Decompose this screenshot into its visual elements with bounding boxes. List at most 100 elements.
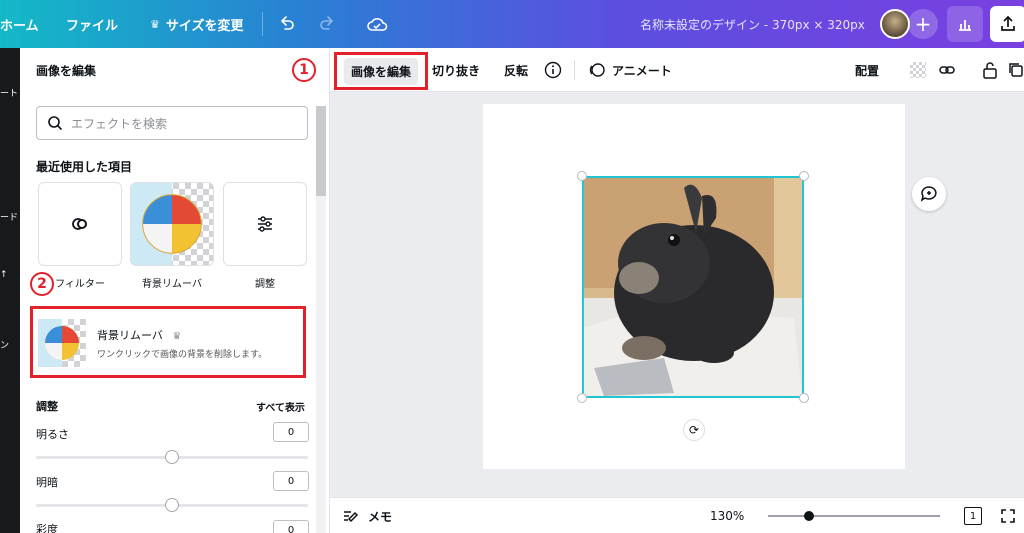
saturation-value[interactable]: 0 [273, 520, 309, 533]
top-bar: ホーム ファイル ♛ サイズを変更 名称未設定のデザイン - 370px × 3… [0, 0, 1024, 48]
zoom-level[interactable]: 130% [710, 498, 744, 533]
notes-icon [344, 511, 359, 523]
rotate-icon: ⟳ [688, 423, 700, 437]
home-label: ホーム [0, 18, 39, 34]
bg-remover-tile[interactable] [130, 182, 214, 266]
bg-remover-tile-label: 背景リムーバ [142, 279, 202, 290]
adjust-section-label: 調整 [36, 400, 58, 413]
plus-icon: + [914, 12, 932, 36]
undo-button[interactable] [278, 0, 296, 48]
zoom-slider-handle[interactable] [804, 511, 814, 521]
bg-remover-thumbnail [38, 319, 86, 367]
annotation-badge-2: 2 [30, 272, 54, 296]
effects-search-input[interactable]: エフェクトを検索 [36, 106, 308, 140]
crown-icon: ♛ [172, 331, 182, 342]
animate-button[interactable]: アニメート [588, 48, 672, 92]
transparency-button[interactable] [910, 48, 926, 92]
avatar[interactable] [880, 9, 910, 39]
adjust-tile-label: 調整 [255, 279, 275, 290]
bg-remover-card[interactable]: 背景リムーバ ♛ ワンクリックで画像の背景を削除します。 [30, 306, 306, 378]
divider [574, 60, 575, 80]
panel-scrollbar[interactable] [316, 106, 326, 533]
page-count-button[interactable]: 1 [964, 498, 982, 533]
sliders-icon [258, 216, 272, 232]
cloud-save-button[interactable] [366, 0, 388, 48]
fullscreen-icon [1001, 509, 1015, 523]
link-button[interactable] [938, 48, 956, 92]
brightness-slider-handle[interactable] [165, 450, 179, 464]
search-icon [48, 116, 63, 131]
rotate-handle[interactable]: ⟳ [683, 419, 705, 441]
resize-handle[interactable] [577, 393, 587, 403]
animate-icon [589, 63, 605, 77]
file-label: ファイル [66, 18, 119, 34]
document-title[interactable]: 名称未設定のデザイン - 370px × 320px [640, 0, 865, 48]
resize-handle[interactable] [577, 171, 587, 181]
resize-handle[interactable] [799, 393, 809, 403]
scrollbar-thumb[interactable] [316, 106, 326, 196]
link-icon [939, 66, 955, 74]
transparency-icon [910, 62, 926, 78]
lock-icon [983, 62, 997, 79]
redo-button[interactable] [318, 0, 336, 48]
bg-remover-title: 背景リムーバ ♛ [97, 327, 181, 343]
rail-item-arrow[interactable]: ↑ [0, 270, 8, 280]
copy-icon [1009, 63, 1023, 77]
divider [262, 12, 263, 36]
crop-button[interactable]: 切り抜き [432, 48, 480, 92]
contrast-slider-handle[interactable] [165, 498, 179, 512]
duplicate-button[interactable] [1008, 48, 1024, 92]
side-rail: ート ード ↑ ン [0, 48, 20, 533]
home-button[interactable]: ホーム [0, 0, 39, 48]
flip-button[interactable]: 反転 [504, 48, 528, 92]
canvas-area: ⟳ [330, 92, 1024, 497]
info-button[interactable] [544, 48, 562, 92]
show-all-link[interactable]: すべて表示 [256, 399, 305, 414]
edit-image-button[interactable]: 画像を編集 [334, 52, 428, 90]
filter-tile[interactable] [38, 182, 122, 266]
fullscreen-button[interactable] [1000, 498, 1016, 533]
annotation-badge-1: 1 [292, 58, 316, 82]
crown-icon: ♛ [150, 17, 160, 31]
add-comment-button[interactable] [912, 177, 946, 211]
insights-button[interactable] [947, 6, 983, 42]
rail-item[interactable]: ン [0, 338, 9, 351]
cloud-check-icon [367, 18, 388, 31]
bar-chart-icon [959, 20, 971, 31]
contrast-label: 明暗 [36, 476, 58, 489]
edit-image-panel: 画像を編集 エフェクトを検索 最近使用した項目 フィルター 背景リムーバ 調整 … [20, 48, 330, 533]
bg-remover-title-text: 背景リムーバ [97, 329, 163, 342]
info-icon [544, 61, 562, 79]
rabbit-photo[interactable] [582, 176, 804, 398]
undo-icon [281, 16, 294, 30]
beach-ball-image [131, 183, 202, 265]
context-toolbar: 1 画像を編集 切り抜き 反転 アニメート 配置 [292, 48, 1024, 92]
position-button[interactable]: 配置 [855, 48, 879, 92]
rail-item[interactable]: ード [0, 210, 18, 223]
filter-icon [72, 218, 87, 230]
bottom-bar: メモ 130% 1 [330, 497, 1024, 533]
adjust-tile[interactable] [223, 182, 307, 266]
zoom-slider[interactable] [768, 515, 940, 517]
rail-item[interactable]: ート [0, 86, 18, 99]
lock-button[interactable] [982, 48, 998, 92]
contrast-value[interactable]: 0 [273, 471, 309, 491]
upload-icon [1001, 15, 1015, 31]
resize-button[interactable]: ♛ サイズを変更 [150, 0, 244, 48]
share-button[interactable] [990, 6, 1024, 42]
redo-icon [320, 16, 333, 30]
flip-label: 反転 [504, 63, 529, 78]
comment-plus-icon [920, 186, 937, 202]
position-label: 配置 [855, 63, 880, 78]
saturation-label: 彩度 [36, 523, 58, 533]
notes-button[interactable]: メモ [342, 498, 392, 533]
panel-title: 画像を編集 [36, 64, 97, 78]
brightness-value[interactable]: 0 [273, 422, 309, 442]
animate-label: アニメート [612, 63, 672, 78]
add-collaborator-button[interactable]: + [908, 9, 938, 39]
bg-remover-description: ワンクリックで画像の背景を削除します。 [97, 350, 268, 360]
brightness-label: 明るさ [36, 428, 69, 441]
resize-handle[interactable] [799, 171, 809, 181]
file-menu[interactable]: ファイル [66, 0, 118, 48]
rabbit-image [584, 178, 802, 396]
